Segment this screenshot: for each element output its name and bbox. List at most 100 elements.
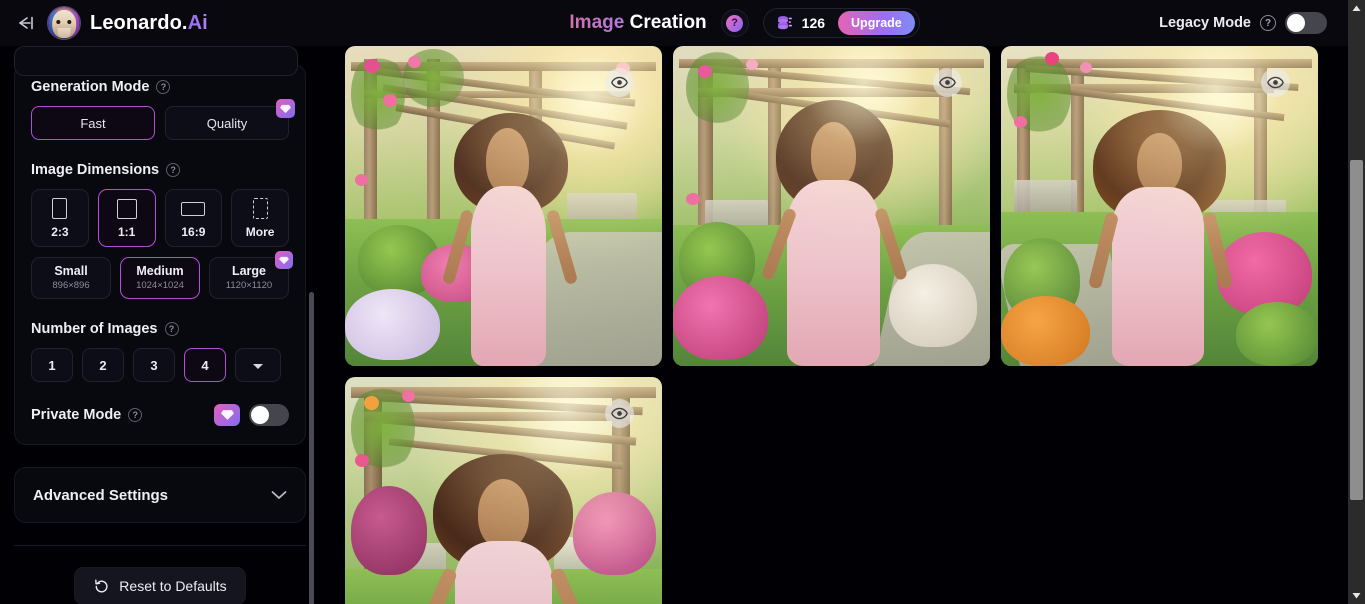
image-size-small[interactable]: Small 896×896	[31, 257, 111, 299]
eye-icon[interactable]	[605, 68, 634, 97]
sidebar-scrollbar[interactable]	[309, 92, 314, 604]
square-rect-icon	[116, 198, 137, 220]
undo-arrow-icon	[93, 578, 110, 595]
generation-mode-label: Generation Mode	[31, 79, 150, 95]
number-of-images-label: Number of Images	[31, 321, 158, 337]
generation-mode-fast-label: Fast	[80, 115, 106, 131]
settings-sidebar: Generation Mode ? Fast Quality Image Dim…	[0, 46, 320, 604]
generation-mode-quality[interactable]: Quality	[165, 99, 295, 140]
aspect-ratio-more-label: More	[245, 224, 275, 239]
question-mark-icon[interactable]: ?	[1260, 15, 1276, 31]
chevron-down-icon	[271, 490, 287, 500]
eye-icon[interactable]	[933, 68, 962, 97]
diamond-icon	[276, 99, 295, 118]
reset-to-defaults-button[interactable]: Reset to Defaults	[74, 567, 246, 604]
aspect-ratio-1-1[interactable]: 1:1	[97, 189, 156, 247]
sidebar-divider	[14, 545, 306, 546]
legacy-mode-toggle[interactable]	[1285, 12, 1327, 34]
image-size-options: Small 896×896 Medium 1024×1024 Large 112…	[31, 251, 293, 299]
question-mark-icon: ?	[726, 14, 744, 32]
aspect-ratio-more[interactable]: More	[231, 189, 289, 247]
private-mode-label-row: Private Mode ?	[31, 407, 143, 423]
advanced-settings-label: Advanced Settings	[33, 486, 169, 504]
collapse-sidebar-arrow-icon[interactable]	[12, 10, 38, 36]
aspect-ratio-2-3[interactable]: 2:3	[31, 189, 89, 247]
sidebar-content: Generation Mode ? Fast Quality Image Dim…	[0, 46, 320, 604]
top-bar-center: Image Creation ? 126 Upgrade	[330, 8, 1159, 38]
diamond-icon	[214, 404, 240, 426]
private-mode-toggle[interactable]	[249, 404, 289, 426]
scroll-up-arrow-icon[interactable]	[1348, 0, 1365, 17]
diamond-icon	[275, 251, 293, 269]
image-size-small-pixels: 896×896	[52, 279, 90, 291]
portrait-rect-icon	[52, 198, 68, 220]
scrolled-off-control[interactable]	[14, 46, 298, 76]
legacy-mode-label: Legacy Mode	[1159, 15, 1251, 31]
image-size-large-pixels: 1120×1120	[225, 279, 273, 291]
question-mark-icon[interactable]: ?	[166, 163, 181, 177]
brand-logo-text[interactable]: Leonardo.Ai	[90, 12, 208, 35]
toggle-knob	[251, 406, 269, 424]
generated-images-canvas	[320, 46, 1345, 604]
avatar-eyes	[56, 20, 72, 25]
image-size-medium[interactable]: Medium 1024×1024	[120, 257, 200, 299]
generation-mode-fast[interactable]: Fast	[31, 106, 155, 140]
landscape-rect-icon	[181, 198, 206, 220]
credits-coins-icon	[777, 16, 792, 30]
image-size-small-label: Small	[54, 264, 88, 279]
aspect-ratio-16-9-label: 16:9	[181, 224, 206, 239]
avatar-beard	[57, 27, 71, 39]
number-of-images-label-row: Number of Images ?	[31, 321, 289, 337]
question-mark-icon[interactable]: ?	[128, 408, 143, 422]
top-bar: Leonardo.Ai Image Creation ? 126 Upgrade…	[0, 0, 1365, 46]
dashed-rect-icon	[252, 198, 268, 220]
page-scrollbar-thumb[interactable]	[1350, 160, 1363, 500]
upgrade-button[interactable]: Upgrade	[838, 11, 915, 35]
app-root: Leonardo.Ai Image Creation ? 126 Upgrade…	[0, 0, 1365, 604]
generated-image-card[interactable]	[673, 46, 990, 366]
image-size-large-label: Large	[231, 264, 267, 279]
image-size-large[interactable]: Large 1120×1120	[209, 251, 293, 299]
image-size-medium-pixels: 1024×1024	[136, 279, 184, 291]
aspect-ratio-options: 2:3 1:1 16:9 More	[31, 189, 289, 247]
page-help-button[interactable]: ?	[720, 9, 749, 37]
toggle-knob	[1287, 14, 1305, 32]
generated-image-card[interactable]	[1001, 46, 1318, 366]
number-of-images-more-dropdown[interactable]	[235, 348, 281, 382]
eye-icon[interactable]	[1261, 68, 1290, 97]
brand-name: Leonardo.	[90, 11, 188, 34]
private-mode-controls	[214, 404, 289, 426]
image-dimensions-label: Image Dimensions	[31, 162, 160, 178]
page-title: Image Creation	[569, 12, 706, 34]
number-of-images-3[interactable]: 3	[133, 348, 175, 382]
generation-mode-options: Fast Quality	[31, 99, 295, 140]
scroll-down-arrow-icon[interactable]	[1348, 587, 1365, 604]
question-mark-icon[interactable]: ?	[164, 322, 179, 336]
page-scrollbar[interactable]	[1348, 0, 1365, 604]
image-size-medium-label: Medium	[136, 264, 184, 279]
number-of-images-options: 1 2 3 4	[31, 348, 289, 382]
aspect-ratio-16-9[interactable]: 16:9	[164, 189, 223, 247]
advanced-settings-section[interactable]: Advanced Settings	[14, 467, 306, 523]
number-of-images-4[interactable]: 4	[184, 348, 226, 382]
question-mark-icon[interactable]: ?	[156, 80, 171, 94]
eye-icon[interactable]	[605, 399, 634, 428]
generated-images-grid	[345, 46, 1345, 604]
generated-image-card[interactable]	[345, 46, 662, 366]
number-of-images-1[interactable]: 1	[31, 348, 73, 382]
image-dimensions-label-row: Image Dimensions ?	[31, 162, 289, 178]
sidebar-scrollbar-thumb[interactable]	[309, 292, 314, 604]
reset-to-defaults-label: Reset to Defaults	[119, 578, 227, 594]
generated-image-card[interactable]	[345, 377, 662, 604]
avatar[interactable]	[48, 7, 80, 39]
aspect-ratio-2-3-label: 2:3	[51, 224, 69, 239]
credits-pill: 126 Upgrade	[762, 8, 920, 38]
chevron-down-icon	[252, 358, 264, 373]
private-mode-label: Private Mode	[31, 407, 122, 423]
generation-mode-label-row: Generation Mode ?	[31, 79, 289, 95]
generation-settings-card: Generation Mode ? Fast Quality Image Dim…	[14, 64, 306, 445]
number-of-images-2[interactable]: 2	[82, 348, 124, 382]
brand-suffix: Ai	[187, 11, 208, 34]
page-title-accent: Image	[569, 12, 625, 33]
page-title-main: Creation	[629, 12, 707, 33]
